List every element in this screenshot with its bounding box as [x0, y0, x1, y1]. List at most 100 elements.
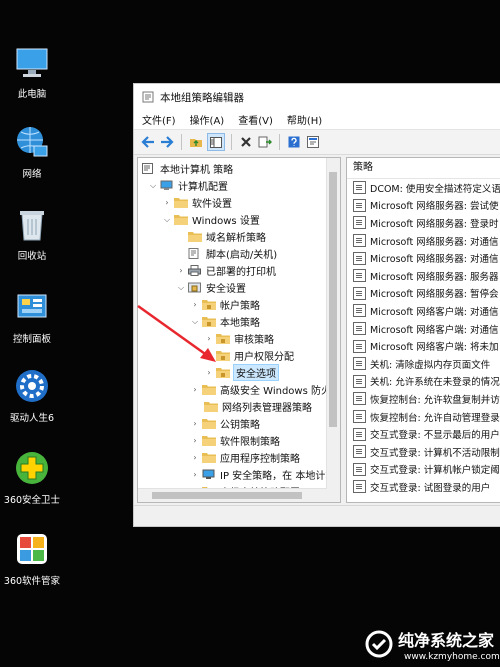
- expand-chevron-icon[interactable]: ›: [190, 453, 200, 462]
- policy-row[interactable]: Microsoft 网络服务器: 对通信: [347, 249, 500, 267]
- expand-chevron-icon[interactable]: ›: [190, 385, 200, 394]
- forward-arrow-icon[interactable]: [159, 134, 175, 150]
- desktop-icon-driver-life[interactable]: 驱动人生6: [0, 368, 64, 424]
- tree-item-network-list-manager[interactable]: 网络列表管理器策略: [204, 398, 312, 415]
- policy-name: 恢复控制台: 允许自动管理登录: [370, 412, 500, 424]
- back-arrow-icon[interactable]: [140, 134, 156, 150]
- policy-row[interactable]: Microsoft 网络服务器: 对通信: [347, 232, 500, 250]
- printer-icon: [188, 265, 202, 276]
- tree-item-windows-settings[interactable]: ⌵ Windows 设置: [162, 211, 260, 228]
- policy-row[interactable]: DCOM: 使用安全描述符定义语: [347, 179, 500, 197]
- expand-chevron-icon[interactable]: ›: [190, 436, 200, 445]
- tree-item-software-restriction[interactable]: › 软件限制策略: [190, 432, 280, 449]
- policy-row[interactable]: 关机: 允许系统在未登录的情况: [347, 373, 500, 391]
- policy-setting-icon: [353, 269, 366, 283]
- desktop-icon-network[interactable]: 网络: [0, 124, 64, 180]
- policy-row[interactable]: 交互式登录: 试图登录的用户: [347, 478, 500, 496]
- menu-bar: 文件(F) 操作(A) 查看(V) 帮助(H): [134, 110, 500, 129]
- desktop-icon-label: 360安全卫士: [3, 495, 61, 506]
- computer-policy-icon: [142, 163, 156, 174]
- desktop-icon-recycle-bin[interactable]: 回收站: [0, 206, 64, 262]
- scrollbar-thumb[interactable]: [152, 492, 302, 499]
- policy-row[interactable]: Microsoft 网络服务器: 尝试使: [347, 197, 500, 215]
- ip-security-icon: [202, 469, 216, 480]
- policy-setting-icon: [353, 181, 366, 195]
- software-manager-icon: [14, 531, 50, 567]
- tree-item-software-settings[interactable]: › 软件设置: [162, 194, 232, 211]
- policy-row[interactable]: Microsoft 网络服务器: 服务器: [347, 267, 500, 285]
- tree-item-public-key-policies[interactable]: › 公钥策略: [190, 415, 260, 432]
- policy-row[interactable]: 恢复控制台: 允许软盘复制并访: [347, 390, 500, 408]
- policy-setting-icon: [353, 462, 366, 476]
- tree-item-local-computer-policy[interactable]: 本地计算机 策略: [142, 160, 233, 177]
- policy-setting-icon: [353, 374, 366, 388]
- tree-item-label: 安全设置: [206, 284, 246, 295]
- desktop-icon-360-software[interactable]: 360软件管家: [0, 531, 64, 587]
- tree-item-windows-firewall[interactable]: › 高级安全 Windows 防火: [190, 381, 331, 398]
- watermark-title: 纯净系统之家: [398, 631, 495, 650]
- expand-chevron-icon[interactable]: ›: [176, 266, 186, 275]
- tree-item-name-resolution-policy[interactable]: 域名解析策略: [188, 228, 266, 245]
- menu-action[interactable]: 操作(A): [190, 112, 225, 127]
- policy-name: Microsoft 网络服务器: 服务器: [370, 271, 499, 283]
- delete-x-icon[interactable]: [238, 134, 254, 150]
- desktop-icon-label: 回收站: [17, 251, 47, 262]
- desktop-icon-360-security[interactable]: 360安全卫士: [0, 450, 64, 506]
- tree-item-security-settings[interactable]: ⌵ 安全设置: [176, 279, 246, 296]
- properties-icon[interactable]: [305, 134, 321, 150]
- script-icon: [188, 248, 202, 259]
- tree-item-label: 审核策略: [234, 335, 274, 346]
- policy-name: Microsoft 网络服务器: 对通信: [370, 236, 499, 248]
- collapse-chevron-icon[interactable]: ⌵: [162, 215, 172, 225]
- annotation-arrow: [137, 304, 216, 362]
- collapse-chevron-icon[interactable]: ⌵: [148, 181, 158, 191]
- show-hide-tree-icon[interactable]: [207, 133, 225, 151]
- policy-column-header[interactable]: 策略: [347, 158, 500, 179]
- policy-row[interactable]: 交互式登录: 计算机帐户锁定阈: [347, 461, 500, 479]
- policy-row[interactable]: Microsoft 网络服务器: 暂停会: [347, 285, 500, 303]
- policy-row[interactable]: Microsoft 网络服务器: 登录时: [347, 214, 500, 232]
- policy-row[interactable]: Microsoft 网络客户端: 对通信: [347, 302, 500, 320]
- title-bar[interactable]: 本地组策略编辑器: [134, 84, 500, 110]
- policy-name: 交互式登录: 不显示最后的用户: [370, 430, 500, 442]
- menu-file[interactable]: 文件(F): [142, 112, 176, 127]
- policy-row[interactable]: 关机: 清除虚拟内存页面文件: [347, 355, 500, 373]
- tree-item-ip-security[interactable]: › IP 安全策略，在 本地计算: [190, 466, 335, 483]
- desktop-icon-this-pc[interactable]: 此电脑: [0, 44, 64, 100]
- status-bar: [134, 505, 500, 526]
- folder-icon: [174, 214, 188, 225]
- scrollbar-thumb[interactable]: [329, 172, 337, 427]
- toolbar-divider: [279, 134, 280, 150]
- policy-setting-icon: [353, 251, 366, 265]
- expand-chevron-icon[interactable]: ›: [162, 198, 172, 207]
- tree-item-deployed-printers[interactable]: › 已部署的打印机: [176, 262, 276, 279]
- network-globe-icon: [14, 124, 50, 160]
- policy-row[interactable]: 交互式登录: 计算机不活动限制: [347, 443, 500, 461]
- policy-row[interactable]: Microsoft 网络客户端: 将未加: [347, 337, 500, 355]
- tree-item-application-control[interactable]: › 应用程序控制策略: [190, 449, 300, 466]
- export-list-icon[interactable]: [257, 134, 273, 150]
- help-question-icon[interactable]: [286, 134, 302, 150]
- expand-chevron-icon[interactable]: ›: [190, 419, 200, 428]
- up-folder-icon[interactable]: [188, 134, 204, 150]
- collapse-chevron-icon[interactable]: ⌵: [176, 283, 186, 293]
- policy-setting-icon: [353, 357, 366, 371]
- policy-list: DCOM: 使用安全描述符定义语 Microsoft 网络服务器: 尝试使 Micr…: [347, 179, 500, 496]
- tree-item-computer-config[interactable]: ⌵ 计算机配置: [148, 177, 228, 194]
- policy-row[interactable]: 交互式登录: 不显示最后的用户: [347, 425, 500, 443]
- desktop-icon-label: 360软件管家: [3, 576, 61, 587]
- tree-item-label: 公钥策略: [220, 420, 260, 431]
- policy-row[interactable]: 恢复控制台: 允许自动管理登录: [347, 408, 500, 426]
- tree-item-label: 本地计算机 策略: [160, 165, 234, 176]
- tree-item-scripts[interactable]: 脚本(启动/关机): [188, 245, 277, 262]
- expand-chevron-icon[interactable]: ›: [190, 470, 200, 479]
- watermark-logo-icon: [365, 630, 393, 658]
- tree-vertical-scrollbar[interactable]: [326, 158, 340, 502]
- menu-help[interactable]: 帮助(H): [287, 112, 322, 127]
- desktop-icon-control-panel[interactable]: 控制面板: [0, 289, 64, 345]
- menu-view[interactable]: 查看(V): [238, 112, 273, 127]
- tree-horizontal-scrollbar[interactable]: [138, 488, 327, 502]
- policy-name: DCOM: 使用安全描述符定义语: [370, 183, 500, 195]
- folder-icon: [174, 197, 188, 208]
- policy-row[interactable]: Microsoft 网络客户端: 对通信: [347, 320, 500, 338]
